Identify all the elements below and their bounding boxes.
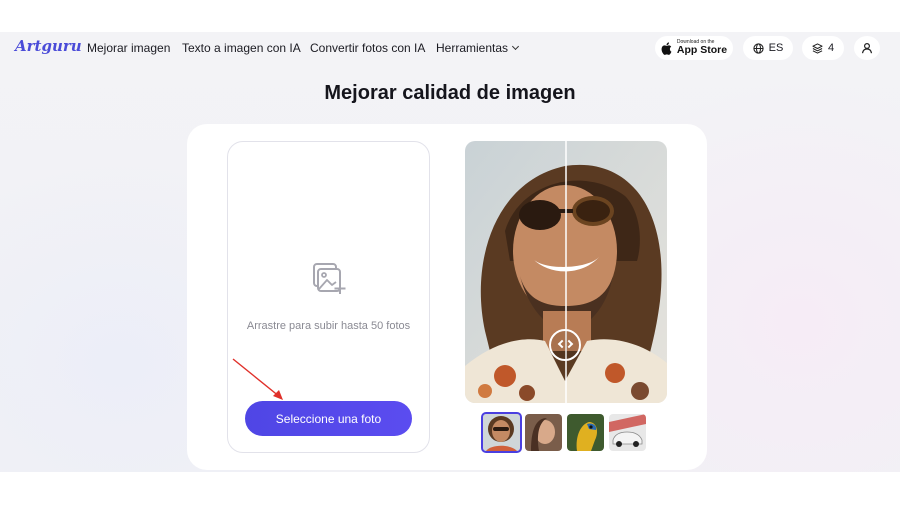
app-store-big-text: App Store xyxy=(676,44,728,57)
upload-hint: Arrastre para subir hasta 50 fotos xyxy=(246,320,411,332)
thumb-parrot-image xyxy=(567,414,604,451)
nav-link-herramientas[interactable]: Herramientas xyxy=(436,41,520,55)
red-pointer-arrow xyxy=(232,358,283,400)
enhancer-card: Arrastre para subir hasta 50 fotos Selec… xyxy=(187,124,707,470)
sample-thumbnails xyxy=(481,412,646,453)
chevron-right-icon xyxy=(564,339,574,349)
layers-icon xyxy=(812,42,823,54)
page-title: Mejorar calidad de imagen xyxy=(324,82,576,104)
nav-link-texto-a-imagen[interactable]: Texto a imagen con IA xyxy=(182,41,301,55)
language-label: ES xyxy=(768,42,784,54)
logo[interactable]: Artguru xyxy=(15,37,82,55)
before-after-preview[interactable] xyxy=(465,141,667,403)
page-frame: Artguru Mejorar imagen Texto a imagen co… xyxy=(0,32,900,472)
language-selector[interactable]: ES xyxy=(743,36,793,60)
thumb-car-image xyxy=(609,414,646,451)
sample-portrait-image xyxy=(465,141,667,403)
nav-link-convertir-fotos[interactable]: Convertir fotos con IA xyxy=(310,41,425,55)
comparison-slider-handle[interactable] xyxy=(549,329,581,361)
credits-count: 4 xyxy=(827,42,835,54)
nav-link-mejorar-imagen[interactable]: Mejorar imagen xyxy=(87,41,170,55)
globe-icon xyxy=(753,42,764,54)
user-icon xyxy=(861,42,873,54)
account-button[interactable] xyxy=(854,36,880,60)
herramientas-label: Herramientas xyxy=(436,41,509,55)
select-photo-button[interactable]: Seleccione una foto xyxy=(245,401,412,436)
sample-thumb-portrait-woman[interactable] xyxy=(525,414,562,451)
thumb-portrait-man-image xyxy=(483,414,520,451)
upload-dropzone[interactable]: Arrastre para subir hasta 50 fotos Selec… xyxy=(227,141,430,453)
credits-counter[interactable]: 4 xyxy=(802,36,844,60)
top-nav: Artguru Mejorar imagen Texto a imagen co… xyxy=(0,32,900,64)
apple-icon xyxy=(661,41,672,55)
image-plus-icon xyxy=(313,263,346,294)
chevron-down-icon xyxy=(511,42,520,51)
app-store-button[interactable]: Download on the App Store xyxy=(655,36,733,60)
sample-thumb-car[interactable] xyxy=(609,414,646,451)
sample-thumb-parrot[interactable] xyxy=(567,414,604,451)
sample-thumb-portrait-man[interactable] xyxy=(481,412,522,453)
thumb-portrait-woman-image xyxy=(525,414,562,451)
